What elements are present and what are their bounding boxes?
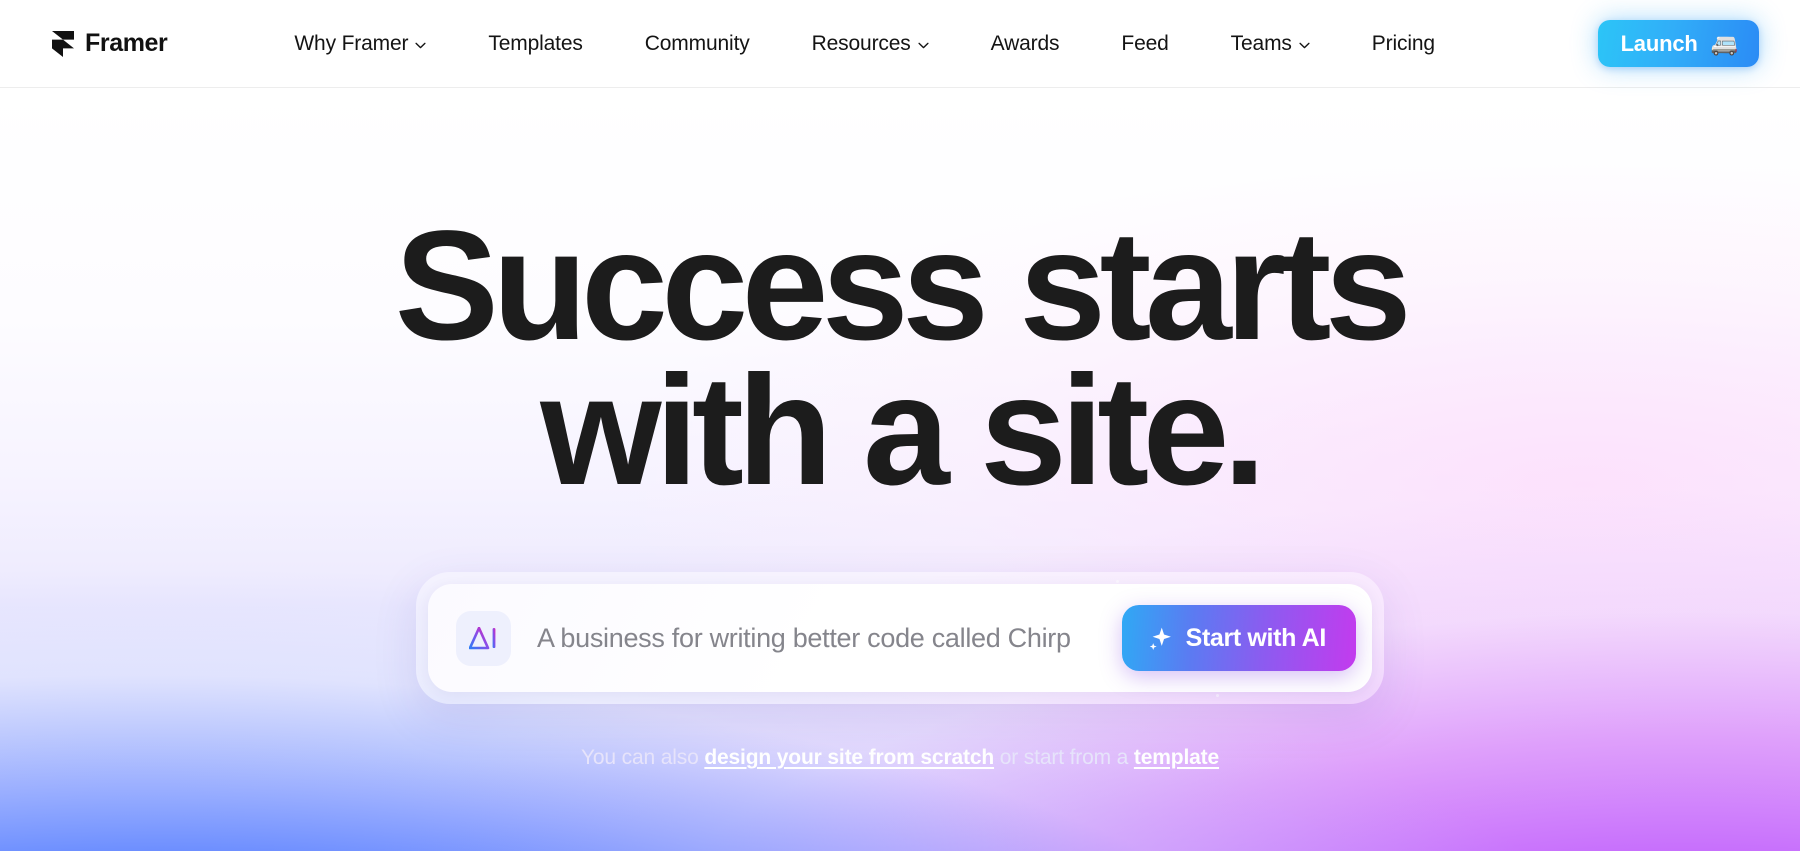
ai-badge bbox=[456, 610, 511, 666]
brand-name: Framer bbox=[85, 29, 168, 57]
headline-line-2: with a site. bbox=[540, 344, 1266, 519]
nav-item-label: Community bbox=[644, 31, 750, 55]
subline-middle: or start from a bbox=[994, 746, 1134, 770]
framer-logo-icon bbox=[52, 30, 74, 57]
top-navigation-bar: Framer Why Framer Templates Community Re… bbox=[0, 0, 1800, 88]
nav-item-community[interactable]: Community bbox=[614, 32, 781, 56]
hero-subline: You can also design your site from scrat… bbox=[581, 746, 1219, 770]
nav-item-label: Resources bbox=[811, 31, 911, 55]
design-from-scratch-link[interactable]: design your site from scratch bbox=[704, 746, 994, 769]
nav-item-label: Feed bbox=[1121, 31, 1169, 55]
nav-item-why-framer[interactable]: Why Framer bbox=[263, 32, 457, 56]
sparkle-particle bbox=[1116, 580, 1119, 584]
hero-section: Success starts with a site. A business f… bbox=[0, 88, 1800, 851]
nav-links: Why Framer Templates Community Resources… bbox=[263, 32, 1466, 56]
nav-item-feed[interactable]: Feed bbox=[1090, 32, 1199, 56]
template-link[interactable]: template bbox=[1134, 746, 1219, 769]
start-with-ai-label: Start with AI bbox=[1185, 623, 1327, 652]
start-with-ai-button[interactable]: Start with AI bbox=[1121, 605, 1356, 672]
chevron-down-icon bbox=[1299, 42, 1310, 48]
ai-prompt-container: Start with AI bbox=[416, 572, 1384, 705]
nav-item-pricing[interactable]: Pricing bbox=[1341, 32, 1466, 56]
nav-item-label: Teams bbox=[1230, 31, 1292, 55]
sparkle-icon bbox=[1149, 627, 1171, 650]
ai-prompt-bar[interactable]: Start with AI bbox=[428, 584, 1372, 693]
nav-item-label: Pricing bbox=[1371, 31, 1435, 55]
van-emoji-icon: 🚐 bbox=[1710, 30, 1738, 56]
nav-item-templates[interactable]: Templates bbox=[457, 32, 613, 56]
chevron-down-icon bbox=[415, 42, 426, 48]
launch-button-label: Launch bbox=[1620, 30, 1698, 56]
ai-prompt-input[interactable] bbox=[537, 622, 1122, 654]
launch-button[interactable]: Launch 🚐 bbox=[1597, 20, 1759, 67]
brand-logo[interactable]: Framer bbox=[52, 29, 168, 58]
ai-triangle-icon bbox=[469, 626, 496, 649]
nav-item-label: Templates bbox=[488, 31, 583, 55]
nav-item-awards[interactable]: Awards bbox=[960, 32, 1091, 56]
nav-item-label: Awards bbox=[990, 31, 1060, 55]
headline-line-1: Success starts bbox=[394, 199, 1412, 373]
nav-item-label: Why Framer bbox=[294, 31, 409, 55]
chevron-down-icon bbox=[918, 42, 929, 48]
page-title: Success starts with a site. bbox=[394, 199, 1412, 519]
sparkle-particle bbox=[1216, 694, 1219, 698]
nav-item-teams[interactable]: Teams bbox=[1200, 32, 1341, 56]
nav-item-resources[interactable]: Resources bbox=[781, 32, 960, 56]
subline-prefix: You can also bbox=[580, 746, 705, 770]
